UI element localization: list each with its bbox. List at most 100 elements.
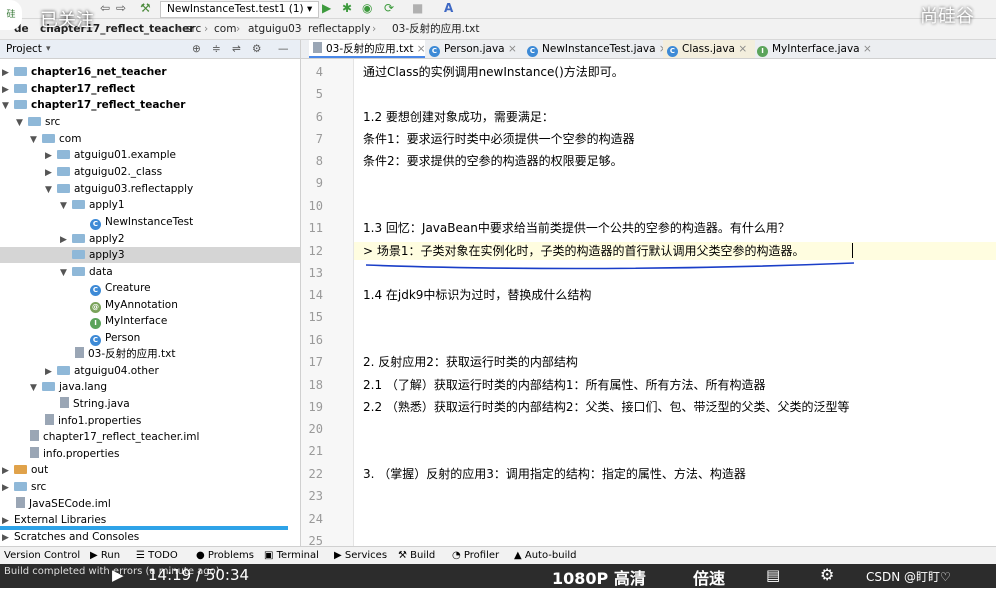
chevron-down-icon[interactable]: ▼	[30, 380, 42, 396]
todo-button[interactable]: ☰ TODO	[136, 547, 178, 565]
chevron-right-icon[interactable]: ▶	[2, 65, 14, 81]
profiler-button[interactable]: ◔ Profiler	[452, 547, 499, 565]
run-configuration-select[interactable]: NewInstanceTest.test1 (1) ▾	[160, 1, 320, 18]
project-panel-title[interactable]: Project	[6, 40, 42, 58]
tree-item[interactable]: ▶ src	[2, 479, 46, 495]
subtitle-icon[interactable]: ▤	[766, 566, 780, 584]
tab-myinterface-java[interactable]: I MyInterface.java ×	[753, 40, 872, 58]
tree-item[interactable]: ▶ atguigu04.other	[45, 363, 159, 379]
tree-item[interactable]: I MyInterface	[90, 313, 167, 329]
chevron-down-icon[interactable]: ▼	[2, 98, 14, 114]
tree-item[interactable]: C Person	[90, 330, 140, 346]
tree-item[interactable]: ▼ java.lang	[30, 379, 107, 395]
chevron-right-icon[interactable]: ▶	[2, 530, 14, 546]
tab-txt-file[interactable]: 03-反射的应用.txt ×	[309, 40, 426, 58]
version-control-button[interactable]: Version Control	[4, 547, 80, 565]
output-folder-icon	[14, 465, 27, 474]
tree-item[interactable]: ▼ src	[16, 114, 60, 130]
tree-item-selected[interactable]: apply3	[0, 247, 300, 263]
tree-item[interactable]: ▶ chapter16_net_teacher	[2, 64, 167, 80]
tree-item[interactable]: ▼ com	[30, 131, 81, 147]
tree-item[interactable]: info.properties	[30, 446, 119, 462]
speed-button[interactable]: 倍速	[693, 565, 725, 589]
line-number: 18	[308, 378, 323, 392]
chevron-right-icon[interactable]: ▶	[45, 148, 57, 164]
run-tool-button[interactable]: ▶ Run	[90, 547, 120, 565]
chevron-right-icon[interactable]: ▶	[2, 82, 14, 98]
editor-text-area[interactable]: 通过Class的实例调用newInstance()方法即可。 1.2 要想创建对…	[354, 59, 996, 546]
quality-button[interactable]: 1080P 高清	[552, 565, 646, 589]
coverage-icon[interactable]: ◉	[362, 1, 372, 16]
translate-icon[interactable]: A	[444, 1, 453, 16]
tree-item[interactable]: ▼ data	[60, 264, 113, 280]
tree-item[interactable]: ▼ apply1	[60, 197, 125, 213]
chevron-down-icon[interactable]: ▼	[16, 115, 28, 131]
close-icon[interactable]: ×	[863, 43, 872, 55]
auto-build-button[interactable]: ▲ Auto-build	[514, 547, 576, 565]
chevron-right-icon[interactable]: ▶	[60, 232, 72, 248]
expand-all-icon[interactable]: ≑	[212, 40, 221, 58]
run-icon[interactable]: ▶	[322, 1, 331, 16]
chevron-down-icon[interactable]: ▼	[60, 198, 72, 214]
tree-item[interactable]: C NewInstanceTest	[90, 214, 193, 230]
tree-item[interactable]: info1.properties	[45, 413, 141, 429]
tab-class-java[interactable]: C Class.java ×	[663, 40, 755, 58]
profile-icon[interactable]: ⟳	[384, 1, 394, 16]
locate-icon[interactable]: ⊕	[192, 40, 201, 58]
tree-item[interactable]: ▼ chapter17_reflect_teacher	[2, 97, 185, 113]
tree-item[interactable]: ▶ out	[2, 462, 48, 478]
chevron-down-icon[interactable]: ▼	[30, 132, 42, 148]
problems-button[interactable]: ● Problems	[196, 547, 254, 565]
chevron-down-icon[interactable]: ▼	[45, 182, 57, 198]
line-number: 5	[315, 87, 323, 101]
text-file-icon	[313, 42, 322, 53]
build-button[interactable]: ⚒ Build	[398, 547, 435, 565]
video-side-button[interactable]	[954, 430, 996, 510]
tree-item[interactable]: C Creature	[90, 280, 151, 296]
tree-item[interactable]: ▶ Scratches and Consoles	[2, 529, 139, 545]
tree-item[interactable]: ▶ atguigu02._class	[45, 164, 162, 180]
editor-line: 1.3 回忆：JavaBean中要求给当前类提供一个公共的空参的构造器。有什么用…	[363, 221, 790, 235]
forward-icon[interactable]: ⇨	[116, 1, 126, 16]
collapse-all-icon[interactable]: ⇌	[232, 40, 241, 58]
tree-item[interactable]: ▶ chapter17_reflect	[2, 81, 135, 97]
debug-icon[interactable]: ✱	[342, 1, 352, 16]
tree-item[interactable]: String.java	[60, 396, 130, 412]
close-icon[interactable]: ×	[508, 43, 517, 55]
chevron-right-icon[interactable]: ▶	[45, 165, 57, 181]
hammer-icon[interactable]: ⚒	[140, 1, 151, 16]
tab-newinstancetest-java[interactable]: CNewInstanceTest.java ×	[523, 40, 668, 58]
minimize-icon[interactable]: —	[278, 40, 289, 58]
settings-icon[interactable]: ⚙	[820, 565, 834, 584]
breadcrumb-item[interactable]: src	[186, 19, 201, 39]
dropdown-icon[interactable]: ▾	[46, 40, 51, 58]
tree-item[interactable]: JavaSECode.iml	[16, 496, 111, 512]
uploader-avatar[interactable]: 硅	[0, 0, 22, 30]
gear-icon[interactable]: ⚙	[252, 40, 261, 58]
chevron-right-icon[interactable]: ▶	[2, 463, 14, 479]
tree-item[interactable]: @ MyAnnotation	[90, 297, 178, 313]
tree-item[interactable]: 03-反射的应用.txt	[75, 346, 175, 362]
chevron-down-icon[interactable]: ▼	[60, 265, 72, 281]
tree-item[interactable]: ▼ atguigu03.reflectapply	[45, 181, 193, 197]
back-icon[interactable]: ⇦	[100, 1, 110, 16]
line-number: 4	[315, 65, 323, 79]
services-button[interactable]: ▶ Services	[334, 547, 387, 565]
tree-item[interactable]: ▶ apply2	[60, 231, 125, 247]
breadcrumb-item[interactable]: atguigu03	[248, 19, 301, 39]
tree-item[interactable]: ▶ atguigu01.example	[45, 147, 176, 163]
breadcrumb-item[interactable]: reflectapply	[308, 19, 370, 39]
chevron-right-icon[interactable]: ▶	[45, 364, 57, 380]
stop-icon[interactable]: ■	[412, 1, 423, 16]
chevron-right-icon[interactable]: ▶	[2, 480, 14, 496]
terminal-button[interactable]: ▣ Terminal	[264, 547, 319, 565]
play-pause-icon[interactable]: ▶	[112, 566, 124, 584]
services-label: Services	[344, 550, 388, 561]
tree-item-label: chapter16_net_teacher	[31, 66, 167, 78]
tree-item[interactable]: chapter17_reflect_teacher.iml	[30, 429, 199, 445]
tab-person-java[interactable]: C Person.java ×	[425, 40, 529, 58]
follow-status-button[interactable]: 已关注	[40, 6, 94, 32]
close-icon[interactable]: ×	[738, 43, 747, 55]
breadcrumb-item[interactable]: 03-反射的应用.txt	[392, 19, 479, 39]
breadcrumb-item[interactable]: com	[214, 19, 236, 39]
